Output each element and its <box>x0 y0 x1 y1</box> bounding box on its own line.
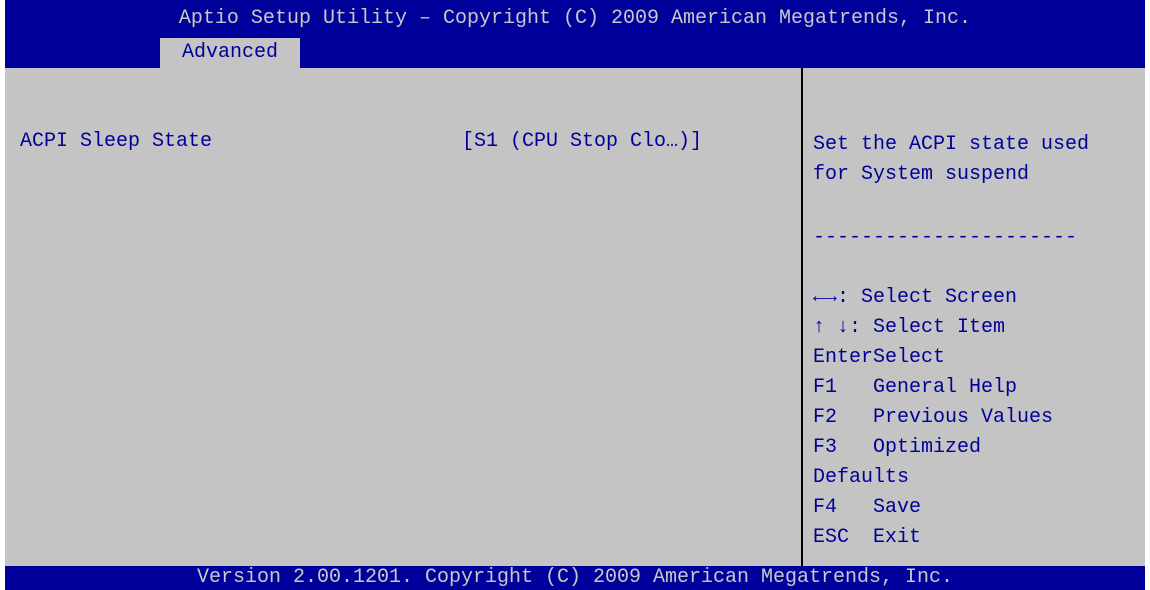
key-desc: Exit <box>873 526 922 549</box>
key-row-esc: ESC Exit <box>813 523 1053 553</box>
key-row-select-screen: ←→: Select Screen <box>813 283 1053 313</box>
key-row-enter: EnterSelect <box>813 343 1053 373</box>
key-name: ESC <box>813 526 850 549</box>
help-text-line1: Set the ACPI state used <box>813 133 1090 156</box>
key-desc: Save <box>873 496 922 519</box>
arrow-left-right-icon: ←→ <box>813 286 838 309</box>
key-desc: Previous Values <box>873 406 1054 429</box>
help-separator: ---------------------- <box>813 226 1078 249</box>
footer-text: Version 2.00.1201. Copyright (C) 2009 Am… <box>196 566 954 589</box>
acpi-sleep-state-label[interactable]: ACPI Sleep State <box>20 130 212 153</box>
key-desc: Defaults <box>813 466 910 489</box>
key-name: F4 <box>813 496 838 519</box>
key-row-f4: F4 Save <box>813 493 1053 523</box>
key-name: Enter <box>813 346 874 369</box>
key-desc: : Select Item <box>849 316 1006 339</box>
footer-bar: Version 2.00.1201. Copyright (C) 2009 Am… <box>5 566 1145 590</box>
key-desc: : Select Screen <box>837 286 1018 309</box>
panel-divider <box>801 68 803 566</box>
key-row-f3: F3 Optimized <box>813 433 1053 463</box>
key-name: F3 <box>813 436 838 459</box>
tab-bar: Advanced <box>5 38 1145 68</box>
help-panel: Set the ACPI state used for System suspe… <box>813 130 1089 190</box>
key-row-f2: F2 Previous Values <box>813 403 1053 433</box>
title-text: Aptio Setup Utility – Copyright (C) 2009… <box>178 7 972 30</box>
key-row-f1: F1 General Help <box>813 373 1053 403</box>
bios-setup-screen: Aptio Setup Utility – Copyright (C) 2009… <box>0 0 1150 590</box>
tab-advanced[interactable]: Advanced <box>160 38 300 68</box>
key-name: F2 <box>813 406 838 429</box>
key-row-select-item: ↑ ↓: Select Item <box>813 313 1053 343</box>
key-legend: ←→: Select Screen ↑ ↓: Select Item Enter… <box>813 283 1053 553</box>
key-desc: General Help <box>873 376 1018 399</box>
title-bar: Aptio Setup Utility – Copyright (C) 2009… <box>5 0 1145 38</box>
help-text-line2: for System suspend <box>813 163 1030 186</box>
key-row-defaults: Defaults <box>813 463 1053 493</box>
main-panel: ACPI Sleep State [S1 (CPU Stop Clo…)] Se… <box>5 68 1145 566</box>
key-desc: Select <box>873 346 946 369</box>
acpi-sleep-state-value[interactable]: [S1 (CPU Stop Clo…)] <box>462 130 702 153</box>
key-name: F1 <box>813 376 838 399</box>
arrow-up-down-icon: ↑ ↓ <box>813 316 850 339</box>
key-desc: Optimized <box>873 436 982 459</box>
